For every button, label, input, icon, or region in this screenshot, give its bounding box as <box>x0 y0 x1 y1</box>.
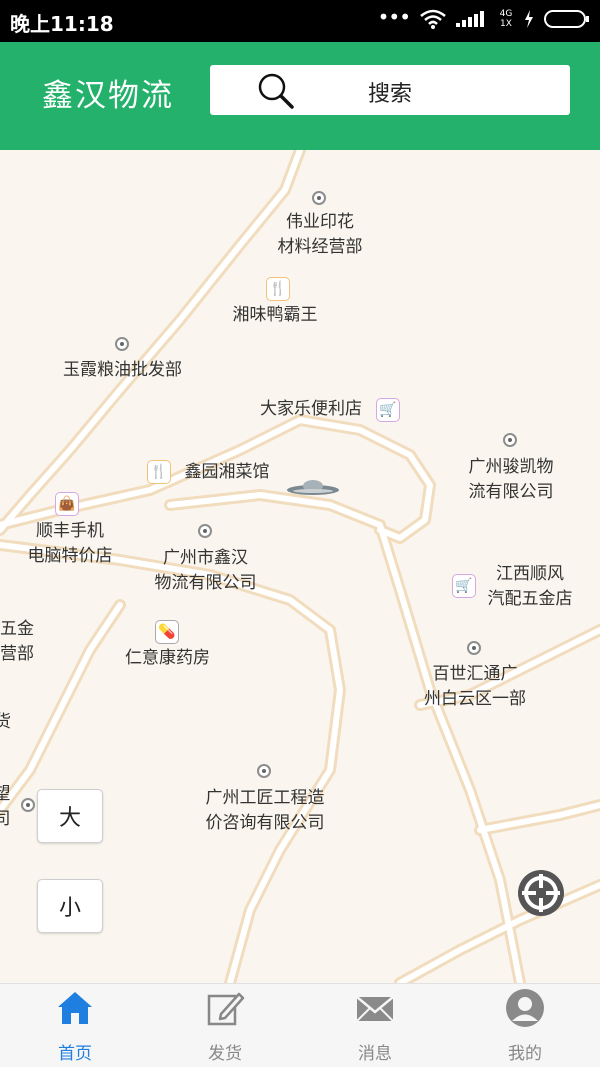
user-icon <box>506 989 544 1027</box>
poi-label[interactable]: 五金 营部 <box>0 617 52 667</box>
poi-label[interactable]: 货 <box>0 710 11 735</box>
map-pin-icon[interactable] <box>21 798 35 812</box>
locate-icon[interactable] <box>516 868 566 918</box>
bottom-tab-bar: 首页 发货 消息 我的 <box>0 983 600 1067</box>
shopping-bag-icon[interactable]: 👜 <box>55 492 79 516</box>
wifi-icon <box>420 9 446 29</box>
more-dots-icon: ••• <box>377 5 411 29</box>
status-bar: 晚上11:18 ••• 4G 1X <box>0 0 600 42</box>
tab-messages[interactable]: 消息 <box>300 984 450 1067</box>
poi-label[interactable]: 玉霞粮油批发部 <box>45 358 200 383</box>
poi-label[interactable]: 江西顺风 汽配五金店 <box>474 562 586 612</box>
tab-label: 消息 <box>358 1044 392 1064</box>
map-view[interactable]: 伟业印花 材料经营部 🍴 湘味鸭霸王 玉霞粮油批发部 大家乐便利店 🛒 广州骏凯… <box>0 150 600 983</box>
tab-home[interactable]: 首页 <box>0 984 150 1067</box>
status-time: 晚上11:18 <box>10 12 114 36</box>
search-label: 搜索 <box>367 82 412 107</box>
poi-label[interactable]: 广州工匠工程造 价咨询有限公司 <box>180 786 350 836</box>
map-pin-icon[interactable] <box>198 524 212 538</box>
poi-label[interactable]: 伟业印花 材料经营部 <box>250 210 390 260</box>
pill-icon[interactable]: 💊 <box>155 620 179 644</box>
map-pin-icon[interactable] <box>503 433 517 447</box>
mail-icon <box>356 996 394 1022</box>
tab-ship[interactable]: 发货 <box>150 984 300 1067</box>
zoom-in-button[interactable]: 大 <box>37 789 103 843</box>
map-pin-icon[interactable] <box>312 191 326 205</box>
tab-label: 发货 <box>208 1044 242 1064</box>
poi-label[interactable]: 顺丰手机 电脑特价店 <box>10 519 130 569</box>
poi-label[interactable]: 望 司 <box>0 782 12 832</box>
poi-label[interactable]: 仁意康药房 <box>110 646 225 671</box>
battery-icon <box>544 10 589 28</box>
app-title: 鑫汉物流 <box>42 78 174 114</box>
tab-profile[interactable]: 我的 <box>450 984 600 1067</box>
tab-label: 我的 <box>508 1044 542 1064</box>
vehicle-marker-icon <box>287 480 339 495</box>
restaurant-icon[interactable]: 🍴 <box>266 277 290 301</box>
zoom-out-button[interactable]: 小 <box>37 879 103 933</box>
charging-icon <box>525 10 533 28</box>
poi-label[interactable]: 广州骏凯物 流有限公司 <box>450 455 572 505</box>
tab-label: 首页 <box>58 1044 92 1064</box>
restaurant-icon[interactable]: 🍴 <box>147 460 171 484</box>
poi-label[interactable]: 广州市鑫汉 物流有限公司 <box>138 546 273 596</box>
signal-icon <box>456 11 484 27</box>
map-pin-icon[interactable] <box>115 337 129 351</box>
status-icons: ••• 4G 1X <box>377 5 590 29</box>
map-pin-icon[interactable] <box>467 641 481 655</box>
search-box[interactable]: 搜索 <box>210 65 570 115</box>
map-pin-icon[interactable] <box>257 764 271 778</box>
network-type: 4G 1X <box>499 9 513 29</box>
edit-icon <box>207 992 245 1026</box>
poi-label[interactable]: 湘味鸭霸王 <box>210 303 340 328</box>
shopping-cart-icon[interactable]: 🛒 <box>452 574 476 598</box>
home-icon <box>58 992 92 1024</box>
app-header: 鑫汉物流 搜索 <box>0 42 600 150</box>
poi-label[interactable]: 鑫园湘菜馆 <box>172 460 282 485</box>
poi-label[interactable]: 大家乐便利店 <box>245 397 377 422</box>
poi-label[interactable]: 百世汇通广 州白云区一部 <box>405 662 545 712</box>
shopping-cart-icon[interactable]: 🛒 <box>376 398 400 422</box>
